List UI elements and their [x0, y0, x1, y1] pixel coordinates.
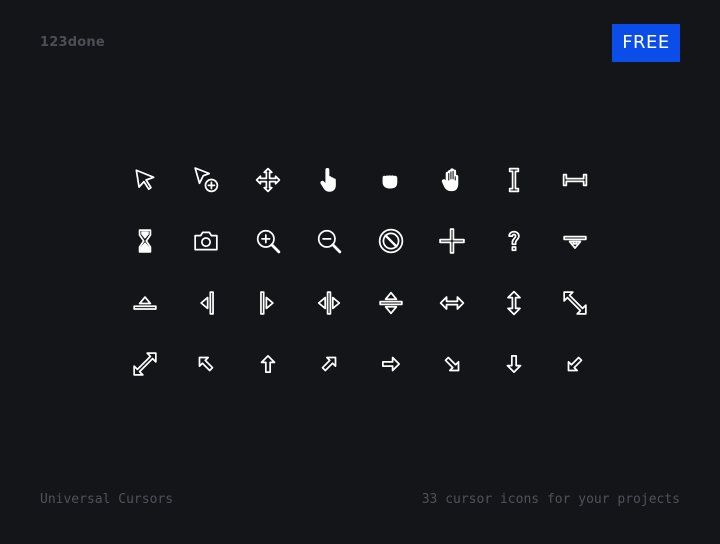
brand-logo[interactable]: 123done [40, 35, 105, 50]
icon-cell [422, 334, 484, 396]
hourglass-cursor-icon [138, 229, 152, 253]
grabbing-hand-cursor-icon [382, 175, 398, 189]
icon-cell [176, 272, 238, 334]
row-split-cursor-icon [379, 291, 403, 314]
arrow-nw-cursor-icon [198, 356, 214, 372]
icon-cell [237, 149, 299, 211]
icon-cell [114, 334, 176, 396]
zoom-out-cursor-icon [318, 230, 342, 254]
icon-cell [360, 211, 422, 273]
icon-cell [360, 272, 422, 334]
arrow-se-cursor-icon [444, 356, 460, 372]
collection-tagline: 33 cursor icons for your projects [421, 492, 680, 507]
icon-cell [422, 272, 484, 334]
cursor-icon-grid [114, 149, 606, 397]
icon-cell [545, 272, 607, 334]
arrow-down-cursor-icon [506, 355, 522, 374]
icon-cell [237, 211, 299, 273]
pointer-hand-cursor-icon [320, 167, 337, 192]
not-allowed-cursor-icon [378, 229, 403, 254]
icon-cell [176, 149, 238, 211]
icon-cell [114, 149, 176, 211]
arrow-ne-cursor-icon [321, 356, 337, 372]
row-resize-up-cursor-icon [133, 295, 157, 310]
icon-cell [422, 149, 484, 211]
column-resize-right-cursor-icon [259, 291, 274, 315]
ew-resize-cursor-icon [440, 295, 465, 310]
arrow-up-cursor-icon [260, 355, 276, 374]
help-cursor-icon [508, 231, 520, 252]
free-button[interactable]: FREE [612, 24, 680, 62]
icon-cell [176, 334, 238, 396]
text-ibeam-cursor-icon [508, 167, 519, 192]
icon-cell [176, 211, 238, 273]
icon-cell [545, 334, 607, 396]
icon-cell [360, 334, 422, 396]
nesw-resize-cursor-icon [133, 352, 157, 376]
camera-cursor-icon [194, 231, 218, 251]
icon-cell [299, 334, 361, 396]
icon-cell [299, 149, 361, 211]
collection-title: Universal Cursors [40, 492, 174, 507]
icon-cell [483, 272, 545, 334]
arrow-sw-cursor-icon [567, 356, 583, 372]
horizontal-ibeam-cursor-icon [563, 173, 588, 187]
column-resize-left-cursor-icon [200, 291, 215, 315]
row-resize-down-cursor-icon [563, 236, 587, 250]
icon-cell [299, 211, 361, 273]
icon-cell [545, 211, 607, 273]
icon-cell [360, 149, 422, 211]
icon-cell [483, 149, 545, 211]
icon-cell [237, 334, 299, 396]
arrow-right-cursor-icon [381, 356, 400, 372]
icon-cell [114, 272, 176, 334]
icon-cell [237, 272, 299, 334]
icon-cell [299, 272, 361, 334]
ns-resize-cursor-icon [506, 290, 521, 315]
icon-cell [114, 211, 176, 273]
icon-cell [545, 149, 607, 211]
nwse-resize-cursor-icon [563, 291, 587, 315]
col-split-cursor-icon [318, 291, 341, 315]
icon-cell [422, 211, 484, 273]
move-cursor-icon [255, 167, 280, 192]
arrow-plus-cursor-icon [194, 166, 219, 192]
icon-cell [483, 334, 545, 396]
crosshair-cursor-icon [439, 228, 466, 255]
arrow-cursor-icon [135, 169, 155, 190]
open-hand-cursor-icon [442, 168, 459, 191]
icon-cell [483, 211, 545, 273]
zoom-in-cursor-icon [256, 230, 280, 254]
